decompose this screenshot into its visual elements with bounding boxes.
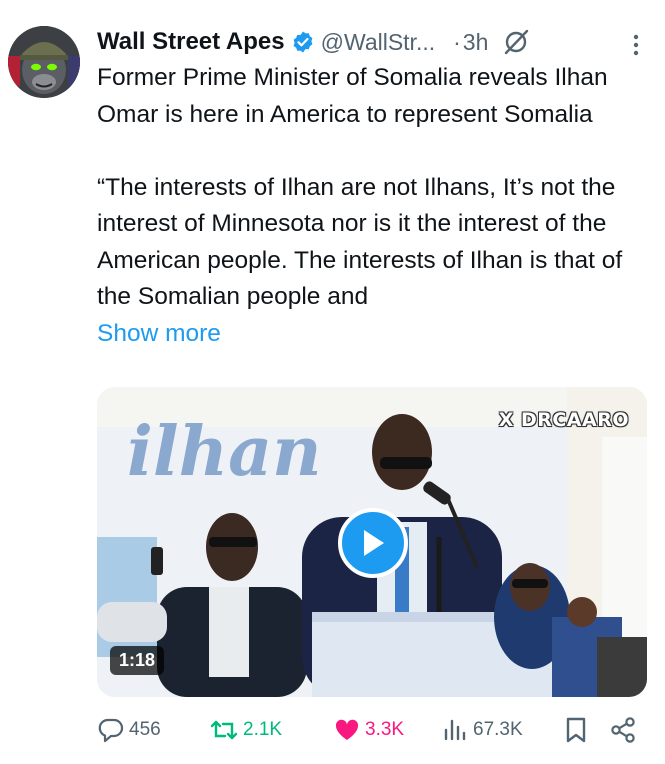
tweet-timestamp[interactable]: 3h bbox=[463, 29, 489, 56]
retweet-icon bbox=[210, 720, 238, 740]
author-handle[interactable]: @WallStr... bbox=[321, 29, 436, 56]
play-button[interactable] bbox=[338, 508, 408, 578]
views-count: 67.3K bbox=[473, 719, 523, 740]
tweet-text-paragraph-2: “The interests of Ilhan are not Ilhans, … bbox=[97, 173, 623, 311]
bookmark-button[interactable] bbox=[563, 712, 593, 748]
author-name[interactable]: Wall Street Apes bbox=[97, 28, 285, 56]
share-icon bbox=[611, 717, 635, 743]
author-avatar[interactable] bbox=[8, 26, 80, 98]
ape-avatar-icon bbox=[8, 26, 80, 98]
like-count: 3.3K bbox=[365, 719, 405, 740]
views-button[interactable]: 67.3K bbox=[441, 712, 523, 748]
tweet-header: Wall Street Apes @WallStr... · 3h bbox=[97, 26, 657, 58]
video-duration: 1:18 bbox=[110, 646, 165, 675]
bookmark-icon bbox=[566, 717, 586, 743]
play-icon bbox=[364, 530, 384, 556]
banner-text: ilhan bbox=[127, 412, 322, 492]
video-player[interactable]: ilhan X DRCAARO 1:18 bbox=[97, 387, 647, 697]
verified-badge-icon bbox=[293, 31, 313, 53]
like-button[interactable]: 3.3K bbox=[333, 712, 404, 748]
more-icon[interactable] bbox=[633, 34, 639, 56]
reply-button[interactable]: 456 bbox=[97, 712, 161, 748]
tweet-text-paragraph-1: Former Prime Minister of Somalia reveals… bbox=[97, 64, 608, 128]
action-bar: 456 2.1K 3.3K 67.3K bbox=[97, 712, 647, 748]
heart-icon bbox=[335, 719, 359, 740]
grok-icon[interactable] bbox=[502, 28, 530, 56]
retweet-button[interactable]: 2.1K bbox=[209, 712, 282, 748]
reply-icon bbox=[98, 718, 124, 743]
reply-count: 456 bbox=[129, 719, 161, 740]
retweet-count: 2.1K bbox=[243, 719, 283, 740]
show-more-link[interactable]: Show more bbox=[97, 316, 652, 353]
tweet-text: Former Prime Minister of Somalia reveals… bbox=[97, 60, 652, 352]
views-icon bbox=[444, 719, 466, 741]
share-button[interactable] bbox=[609, 712, 641, 748]
video-watermark: X DRCAARO bbox=[498, 409, 629, 431]
header-separator: · bbox=[453, 28, 461, 55]
